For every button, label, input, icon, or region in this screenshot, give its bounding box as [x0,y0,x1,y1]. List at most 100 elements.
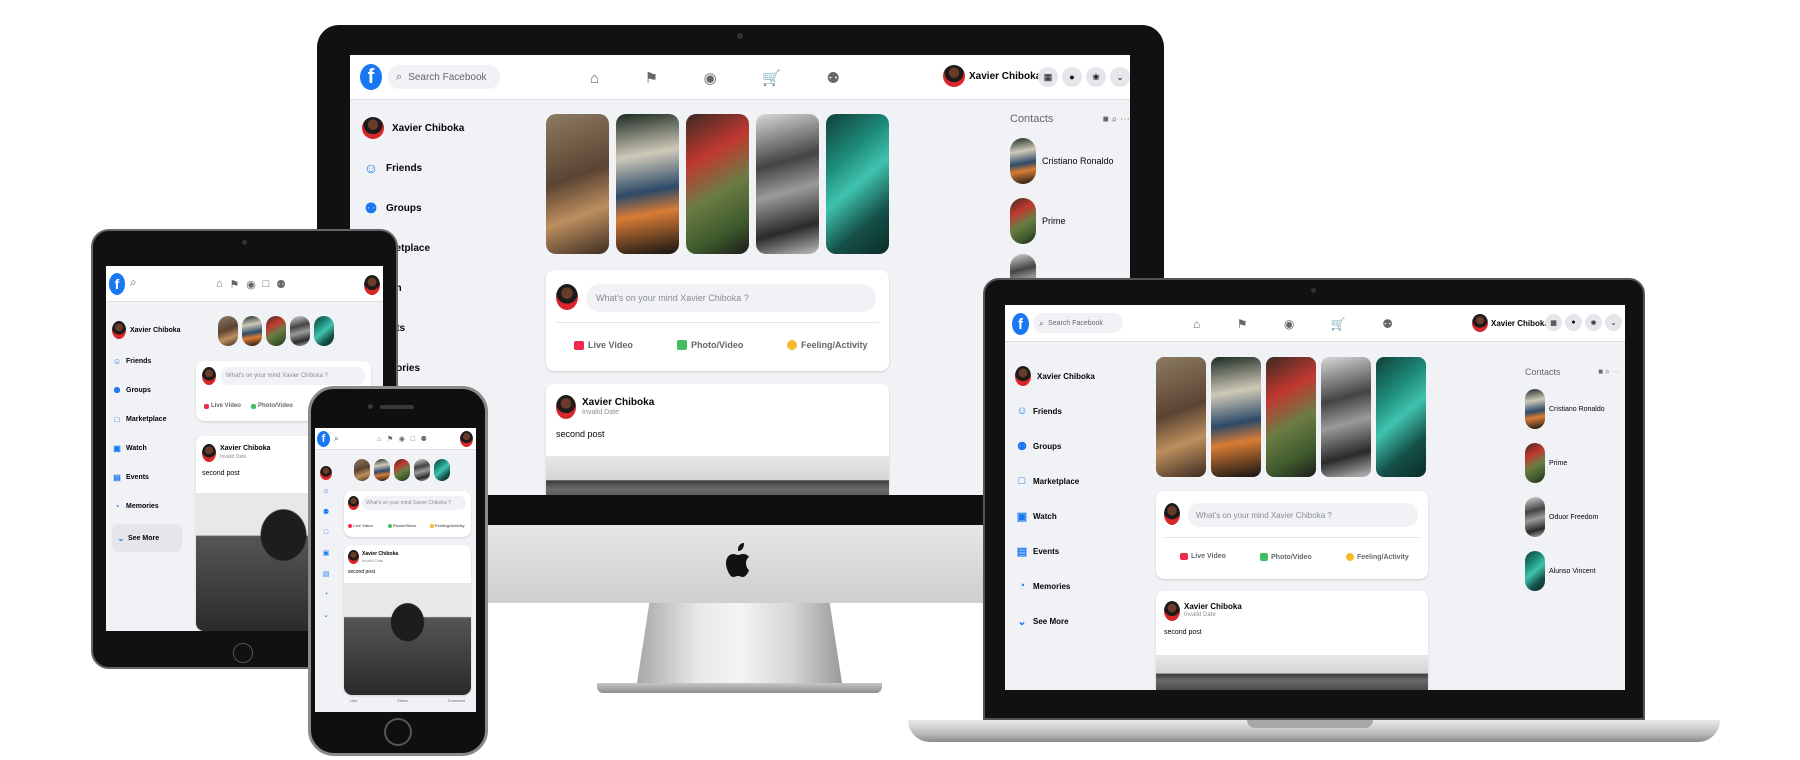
sidebar-item-groups[interactable]: ⚉ Groups [1015,435,1135,457]
story-bubble[interactable] [374,459,390,481]
facebook-logo[interactable]: f [360,64,382,90]
flag-icon[interactable]: ⚑ [645,69,658,87]
search-icon[interactable]: ⌕ [130,275,137,290]
live-video-button[interactable]: Live Video [204,403,241,409]
watch-icon[interactable]: ◉ [1284,317,1294,331]
sidebar-item-memories[interactable]: ◔ Memories [1015,575,1135,597]
story-card[interactable] [616,114,679,254]
watch-icon[interactable]: ◉ [704,69,717,87]
home-icon[interactable]: ⌂ [1193,317,1200,331]
story-card[interactable] [546,114,609,254]
see-more-button[interactable]: ⌄ See More [112,524,182,552]
sidebar-item-events[interactable]: ▤ Events [112,469,172,485]
sidebar-item-memories[interactable]: ◔ Memories [112,498,172,514]
story-bubble[interactable] [394,459,410,481]
facebook-logo[interactable]: f [109,273,125,295]
share-button[interactable]: Share [397,698,408,703]
story-bubble[interactable] [266,316,286,346]
story-bubble[interactable] [242,316,262,346]
iphone-home-button[interactable] [384,718,412,746]
composer-input[interactable]: What's on your mind Xavier Chiboka ? [586,284,876,312]
post-author[interactable]: Xavier Chiboka [362,551,398,557]
watch-icon[interactable]: ◉ [246,278,256,291]
sidebar-item-friends[interactable]: ☺ Friends [112,353,172,369]
video-call-icon[interactable]: ■ [1598,367,1603,376]
post-author[interactable]: Xavier Chiboka [220,445,271,452]
search-input[interactable]: ⌕ Search Facebook [388,65,500,89]
feeling-activity-button[interactable]: Feeling/Activity [430,523,465,528]
bell-icon[interactable]: ❀ [1086,67,1106,87]
sidebar-item-profile[interactable]: Xavier Chiboka [1015,365,1135,387]
story-bubble[interactable] [434,459,450,481]
contact-item[interactable]: Prime [1010,198,1130,244]
sidebar-item-watch[interactable]: ▣ Watch [112,440,172,456]
messenger-icon[interactable]: ● [1565,314,1582,331]
story-card[interactable] [826,114,889,254]
more-icon[interactable]: ⋯ [1120,114,1130,125]
contact-item[interactable]: Oduor Freedom [1525,495,1620,539]
home-icon[interactable]: ⌂ [377,436,381,443]
photo-video-button[interactable]: Photo/Video [1260,553,1312,561]
live-video-button[interactable]: Live Video [574,340,633,350]
story-card[interactable] [1321,357,1371,477]
sidebar-item-groups[interactable]: ⚉ Groups [112,382,172,398]
chevron-down-icon[interactable]: ⌄ [323,611,329,619]
profile-chip[interactable]: Xavier Chiboka [1472,314,1549,332]
sidebar-item-watch[interactable]: ▣ Watch [1015,505,1135,527]
post-author[interactable]: Xavier Chiboka [582,397,654,408]
search-icon[interactable]: ⌕ [1112,114,1118,125]
composer-input[interactable]: What's on your mind Xavier Chiboka ? [220,367,365,385]
groups-icon[interactable]: ⚉ [421,435,427,443]
facebook-logo[interactable]: f [317,431,330,447]
contact-item[interactable]: Cristiano Ronaldo [1525,387,1620,431]
comment-button[interactable]: Comment [448,698,465,703]
contact-item[interactable]: Prime [1525,441,1620,485]
sidebar-item-profile[interactable]: Xavier Chiboka [112,320,181,340]
groups-icon[interactable]: ⚉ [1382,317,1393,331]
groups-icon[interactable]: ⚉ [276,278,286,291]
sidebar-item-groups[interactable]: ⚉ Groups [362,195,512,221]
menu-grid-icon[interactable]: ▦ [1038,67,1058,87]
video-call-icon[interactable]: ■ [1103,114,1109,125]
avatar[interactable] [364,275,380,295]
story-card[interactable] [1266,357,1316,477]
home-icon[interactable]: ⌂ [216,278,223,290]
photo-video-button[interactable]: Photo/Video [388,523,416,528]
story-card[interactable] [1211,357,1261,477]
sidebar-item-marketplace[interactable]: □ Marketplace [1015,470,1135,492]
more-icon[interactable]: ⋯ [1612,367,1620,376]
sidebar-item-profile[interactable]: Xavier Chiboka [362,115,512,141]
like-button[interactable]: Like [350,698,357,703]
watch-icon[interactable]: ▣ [323,549,330,557]
events-icon[interactable]: ▤ [323,570,330,578]
profile-chip[interactable]: Xavier Chiboka [943,65,1041,87]
marketplace-cart-icon[interactable]: 🛒 [1331,317,1346,331]
messenger-icon[interactable]: ● [1062,67,1082,87]
story-card[interactable] [756,114,819,254]
ipad-home-button[interactable] [233,643,253,663]
flag-icon[interactable]: ⚑ [387,435,393,443]
search-input[interactable]: ⌕ Search Facebook [1033,313,1123,333]
menu-grid-icon[interactable]: ▦ [1545,314,1562,331]
story-bubble[interactable] [290,316,310,346]
search-icon[interactable]: ⌕ [334,433,339,444]
contact-item[interactable]: Cristiano Ronaldo [1010,138,1130,184]
memories-icon[interactable]: ◔ [324,591,328,598]
story-bubble[interactable] [218,316,238,346]
search-icon[interactable]: ⌕ [1605,367,1609,376]
facebook-logo[interactable]: f [1012,313,1029,335]
feeling-activity-button[interactable]: Feeling/Activity [1346,553,1409,561]
composer-input[interactable]: What's on your mind Xavier Chiboka ? [362,496,466,510]
marketplace-cart-icon[interactable]: 🛒 [762,69,781,87]
feeling-activity-button[interactable]: Feeling/Activity [787,340,868,350]
avatar[interactable] [460,431,473,447]
story-card[interactable] [686,114,749,254]
chevron-down-icon[interactable]: ⌄ [1605,314,1622,331]
story-bubble[interactable] [414,459,430,481]
chevron-down-icon[interactable]: ⌄ [1110,67,1130,87]
marketplace-cart-icon[interactable]: □ [411,436,415,443]
marketplace-cart-icon[interactable]: □ [263,278,270,290]
composer-input[interactable]: What's on your mind Xavier Chiboka ? [1188,503,1418,527]
bell-icon[interactable]: ❀ [1585,314,1602,331]
friends-icon[interactable]: ☺ [322,488,329,495]
